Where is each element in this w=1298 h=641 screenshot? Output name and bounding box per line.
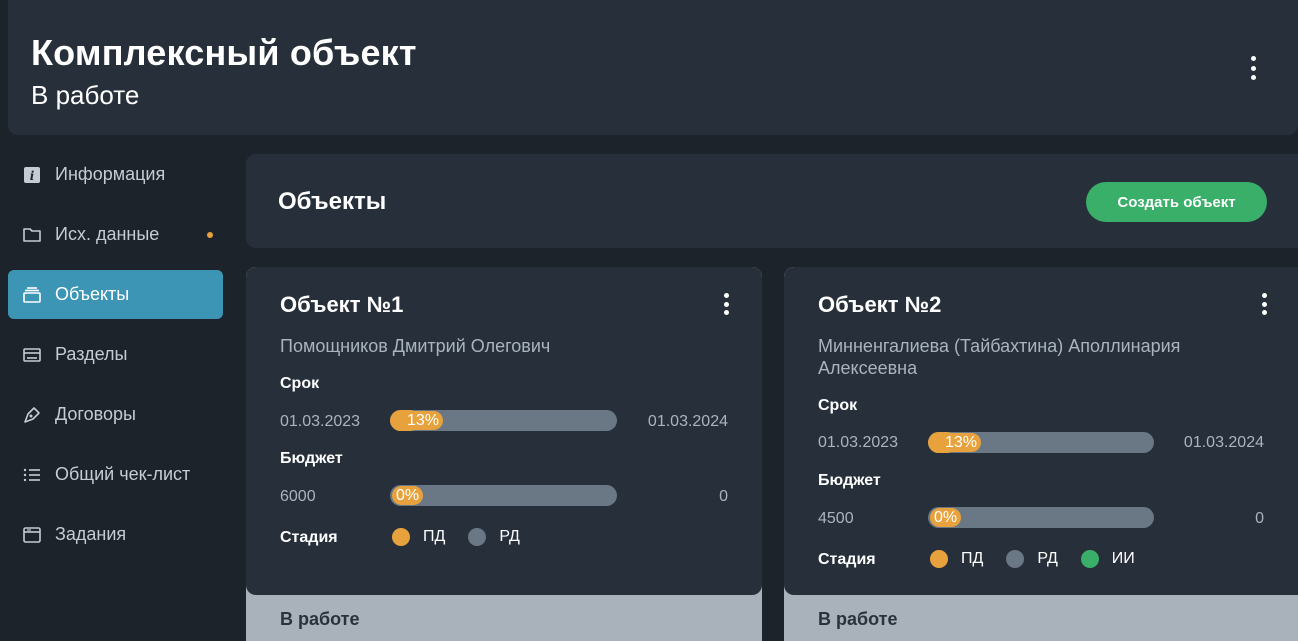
term-progress-text: 13% <box>403 411 444 430</box>
term-progress-bar: 13% <box>928 432 1154 453</box>
sidebar-item-tasks[interactable]: Задания <box>8 510 223 559</box>
sidebar-item-source-data[interactable]: Исх. данные <box>8 210 223 259</box>
term-label: Срок <box>280 375 320 392</box>
term-progress-text: 13% <box>941 433 982 452</box>
budget-start: 4500 <box>818 510 854 527</box>
object-card-body: Объект №1 Помощников Дмитрий Олегович Ср… <box>246 267 762 595</box>
sidebar: i Информация Исх. данные Объекты Разделы… <box>8 150 223 570</box>
budget-progress-bar: 0% <box>390 485 617 506</box>
sidebar-item-objects[interactable]: Объекты <box>8 270 223 319</box>
objects-icon <box>22 285 42 305</box>
stage-item: ПД <box>930 550 983 568</box>
stage-item: ПД <box>392 528 445 546</box>
budget-end: 0 <box>719 488 728 505</box>
stage-label-text: ПД <box>961 550 984 567</box>
term-progress-bar: 13% <box>390 410 617 431</box>
create-object-button[interactable]: Создать объект <box>1086 182 1267 222</box>
budget-start: 6000 <box>280 488 316 505</box>
stage-label-text: РД <box>499 528 520 545</box>
object-card-status: В работе <box>280 609 360 629</box>
notification-dot <box>207 232 213 238</box>
term-start: 01.03.2023 <box>818 434 899 451</box>
budget-progress-text: 0% <box>930 508 962 527</box>
sidebar-item-label: Договоры <box>55 404 136 424</box>
sidebar-item-info[interactable]: i Информация <box>8 150 223 199</box>
sections-icon <box>22 345 42 365</box>
sidebar-item-label: Информация <box>55 164 166 184</box>
stage-list: ПД РД ИИ <box>930 550 1158 568</box>
stage-dot <box>1080 550 1099 568</box>
card-more-icon[interactable] <box>1258 293 1270 315</box>
sidebar-item-label: Исх. данные <box>55 224 160 244</box>
page-header: Комплексный объект В работе <box>8 0 1298 135</box>
sidebar-item-contracts[interactable]: Договоры <box>8 390 223 439</box>
stage-label: Стадия <box>280 529 338 546</box>
sidebar-item-label: Объекты <box>55 284 130 304</box>
term-start: 01.03.2023 <box>280 413 361 430</box>
stage-label: Стадия <box>818 551 876 568</box>
header-more-icon[interactable] <box>1247 56 1259 80</box>
object-card[interactable]: Объект №2 Минненгалиева (Тайбахтина) Апо… <box>784 267 1298 641</box>
stage-item: РД <box>1006 550 1058 568</box>
stage-list: ПД РД <box>392 528 543 546</box>
stage-dot <box>468 528 487 546</box>
object-card-person: Помощников Дмитрий Олегович <box>280 336 551 356</box>
folder-icon <box>22 225 42 245</box>
object-card-title: Объект №2 <box>818 292 942 317</box>
checklist-icon <box>22 465 42 485</box>
budget-progress-text: 0% <box>392 486 424 505</box>
info-icon: i <box>22 165 42 185</box>
object-card-body: Объект №2 Минненгалиева (Тайбахтина) Апо… <box>784 267 1298 595</box>
tasks-icon <box>22 525 42 545</box>
stage-label-text: ПД <box>423 528 446 545</box>
object-card[interactable]: Объект №1 Помощников Дмитрий Олегович Ср… <box>246 267 762 641</box>
budget-label: Бюджет <box>280 450 343 467</box>
stage-label-text: РД <box>1037 550 1058 567</box>
budget-label: Бюджет <box>818 472 881 489</box>
stage-item: РД <box>468 528 520 546</box>
object-card-title: Объект №1 <box>280 292 404 317</box>
sidebar-item-sections[interactable]: Разделы <box>8 330 223 379</box>
sidebar-item-label: Задания <box>55 524 127 544</box>
pen-icon <box>22 405 42 425</box>
sidebar-item-label: Общий чек-лист <box>55 464 191 484</box>
term-end: 01.03.2024 <box>647 413 728 430</box>
stage-dot <box>930 550 948 568</box>
objects-title: Объекты <box>278 188 387 215</box>
term-label: Срок <box>818 397 858 414</box>
stage-item: ИИ <box>1080 550 1135 568</box>
objects-panel-header: Объекты Создать объект <box>246 154 1298 248</box>
object-card-status: В работе <box>818 609 898 629</box>
page-title: Комплексный объект <box>31 32 417 73</box>
page-status: В работе <box>31 80 140 110</box>
stage-dot <box>392 528 410 546</box>
sidebar-item-checklist[interactable]: Общий чек-лист <box>8 450 223 499</box>
object-card-person: Минненгалиева (Тайбахтина) Аполлинария А… <box>818 336 1181 378</box>
term-end: 01.03.2024 <box>1183 434 1264 451</box>
stage-dot <box>1006 550 1025 568</box>
sidebar-item-label: Разделы <box>55 344 128 364</box>
stage-label-text: ИИ <box>1111 550 1135 567</box>
svg-text:i: i <box>30 169 35 183</box>
card-more-icon[interactable] <box>720 293 732 315</box>
budget-progress-bar: 0% <box>928 507 1154 528</box>
budget-end: 0 <box>1255 510 1264 527</box>
